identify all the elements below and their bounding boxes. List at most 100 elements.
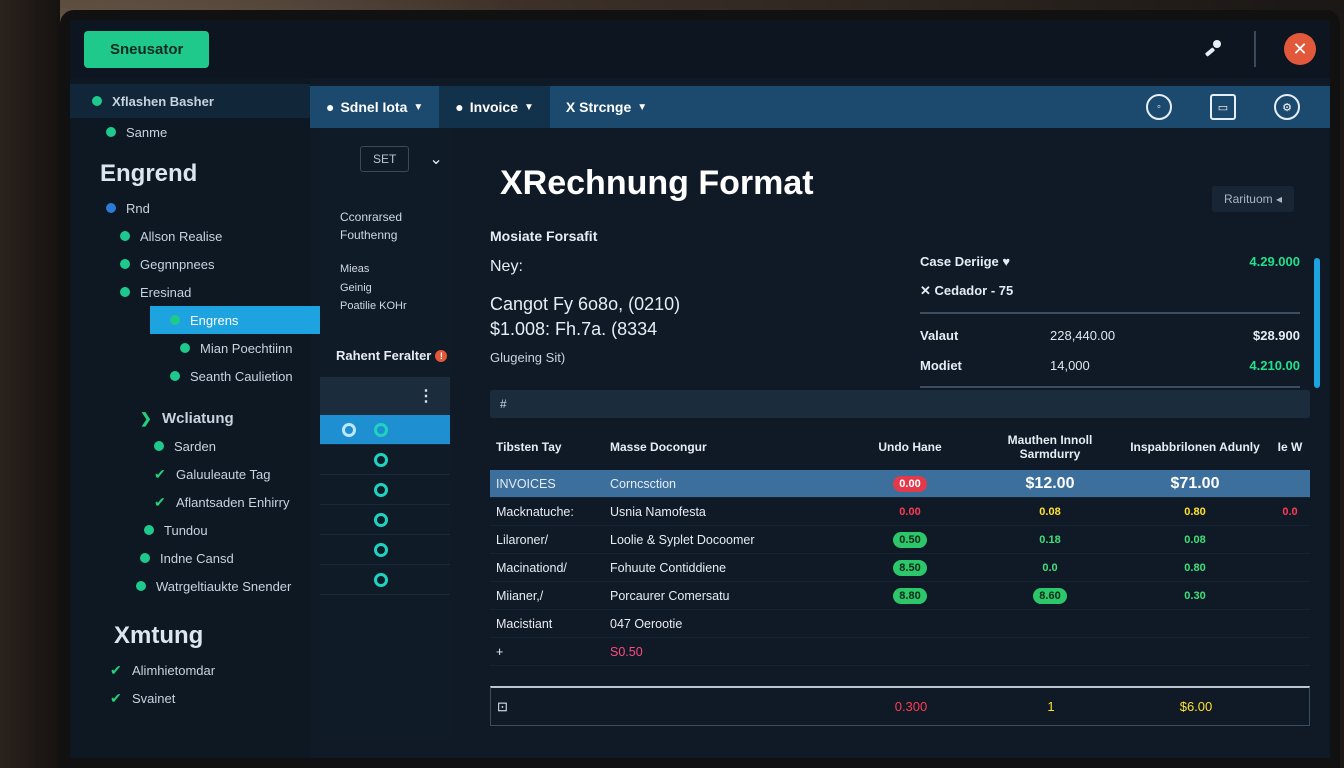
pin-icon[interactable] [1200,36,1226,62]
sidebar-item[interactable]: Watrgeltiaukte Snender [70,572,310,600]
table-cell: INVOICES [490,477,610,491]
close-icon[interactable]: ✕ [1284,33,1316,65]
table-cell: 0.80 [1120,504,1270,520]
set-button[interactable]: SET [360,146,410,172]
table-cell: Macinationd/ [490,561,610,575]
list-item[interactable] [320,505,450,536]
radio-icon [374,482,388,497]
cell-value: $71.00 [1170,474,1220,492]
sidebar-item-top[interactable]: Xflashen Basher [70,84,310,118]
sidebar-heading: Xmtung [114,622,204,649]
table-row[interactable]: Macistiant 047 Oerootie [490,610,1310,638]
calc-icon[interactable]: ⊡ [491,699,611,715]
scrollbar[interactable] [1314,258,1320,388]
cell-value: Lilaroner/ [496,532,549,547]
panel-label: Cconrarsed [340,210,403,224]
divider [920,312,1300,314]
status-dot-icon [120,287,130,297]
status-dot-icon [144,525,154,535]
table-row[interactable]: Lilaroner/Loolie & Syplet Docoomer 0.50 0.… [490,526,1310,554]
divider [920,386,1300,388]
column-header[interactable]: Undo Hane [840,440,980,454]
sidebar-item[interactable]: Indne Cansd [70,544,310,572]
table-row[interactable]: Miianer,/ Porcaurer Comersatu 8.80 8.60 0.30 [490,582,1310,610]
tab-strcnge[interactable]: X Strcnge ▼ [550,86,663,128]
sidebar-item[interactable]: Tundou [70,516,310,544]
list-item[interactable] [320,445,450,476]
top-bar: Sneusator ✕ [70,20,1330,78]
sidebar-item-label: Allson Realise [140,228,223,244]
column-header[interactable]: Inspabbrilonen Adunly [1120,440,1270,454]
tab-dot-icon: ● [455,99,464,115]
column-header[interactable]: Tibsten Tay [490,440,610,454]
sidebar-item[interactable]: Allson Realise [70,222,310,250]
list-item[interactable] [320,415,450,446]
table-row[interactable]: INVOICES Corncsction 0.00 $12.00 $71.00 [490,470,1310,498]
table-cell[interactable]: + [490,645,610,659]
footer-total: 0.300 [894,699,928,714]
gear-icon[interactable]: ⚙ [1274,94,1300,120]
sidebar-item[interactable]: ✔ Aflantsaden Enhirry [70,488,310,516]
list-item[interactable] [320,565,450,596]
tab-invoice[interactable]: ● Invoice ▼ [439,86,550,128]
cell-value: 0.08 [1039,505,1061,518]
sidebar-item-label: Sarden [174,438,216,454]
radio-icon [374,452,388,467]
list-item[interactable] [320,475,450,506]
panel-subitem: Poatilie KOHr [340,300,407,313]
cell-value: 0.00 [893,475,927,492]
sidebar-item[interactable]: Sarden [70,432,310,460]
status-dot-icon [92,96,102,106]
column-header[interactable]: Ie W [1270,440,1310,454]
room-edge [0,0,60,768]
sidebar-item[interactable]: Seanth Caulietion [70,362,310,390]
sidebar-item[interactable]: Gegnnpnees [70,250,310,278]
radio-icon [374,572,388,587]
table-header: Tibsten Tay Masse Docongur Undo Hane Mau… [490,424,1310,470]
panel-labels: Cconrarsed Fouthenng [320,208,450,244]
table-row[interactable]: Macknatuche: Usnia Namofesta 0.00 0.08 0.80 0… [490,498,1310,526]
chevron-down-icon: ▼ [637,101,648,113]
sync-icon[interactable]: ◦ [1146,94,1172,120]
return-button[interactable]: Rarituom ◂ [1211,186,1294,212]
column-header[interactable]: Mauthen Innoll Sarmdurry [980,433,1120,461]
sidebar-item[interactable]: ❯ Wcliatung [70,404,310,432]
sidebar-item[interactable]: Eresinad [70,278,310,306]
top-right-actions: ✕ [1200,31,1316,67]
column-header[interactable]: Masse Docongur [610,440,840,454]
sidebar-item-label: Alimhietomdar [132,662,216,678]
sidebar-item[interactable]: Rnd [70,194,310,222]
cell-value: 0.0 [1042,561,1058,574]
summary-value: 4.29.000 [1249,253,1300,269]
table-row[interactable]: Macinationd/Fohuute Contiddiene 8.50 0.0 0.… [490,554,1310,582]
cell-value: Corncsction [610,476,676,491]
table-cell: 0.00 [840,475,980,492]
summary-value: 4.210.00 [1249,357,1300,373]
brand-button[interactable]: Sneusator [84,30,210,68]
chevron-right-icon: ◂ [1275,192,1282,206]
check-icon: ✔ [110,661,122,678]
sidebar-item[interactable]: ✔ Galuuleaute Tag [70,460,310,488]
list-item[interactable] [320,535,450,566]
sidebar-item[interactable]: ✔ Svainet [70,684,310,712]
info-line: Glugeing Sit) [490,350,566,365]
more-vert-icon[interactable]: ⋮ [418,386,434,406]
tab-dot-icon: ● [326,99,335,115]
sidebar-item[interactable]: Mian Poechtiinn [70,334,310,362]
table-toolbar-icon[interactable]: # [500,397,507,411]
window-icon[interactable]: ▭ [1210,94,1236,120]
table-cell: 8.80 [840,587,980,604]
panel-sublist: Mieas Geinig Poatilie KOHr [320,260,450,316]
sidebar-item-active[interactable]: Engrens [150,306,330,334]
filter-label[interactable]: Rahent Feralter ! [320,348,450,363]
table-cell: $12.00 [980,473,1120,495]
sidebar-item[interactable]: ✔ Alimhietomdar [70,656,310,684]
tab-sdnel-iota[interactable]: ● Sdnel Iota ▼ [310,86,439,128]
table-cell: Fohuute Contiddiene [610,561,840,575]
radio-icon [374,422,388,437]
cell-value: Loolie & Syplet Docoomer [610,532,755,547]
table-cell: Lilaroner/ [490,533,610,547]
panel-label: Fouthenng [340,228,398,242]
sidebar-item[interactable]: Sanme [70,118,310,146]
chevrons-icon[interactable]: ⌄ [429,149,442,169]
